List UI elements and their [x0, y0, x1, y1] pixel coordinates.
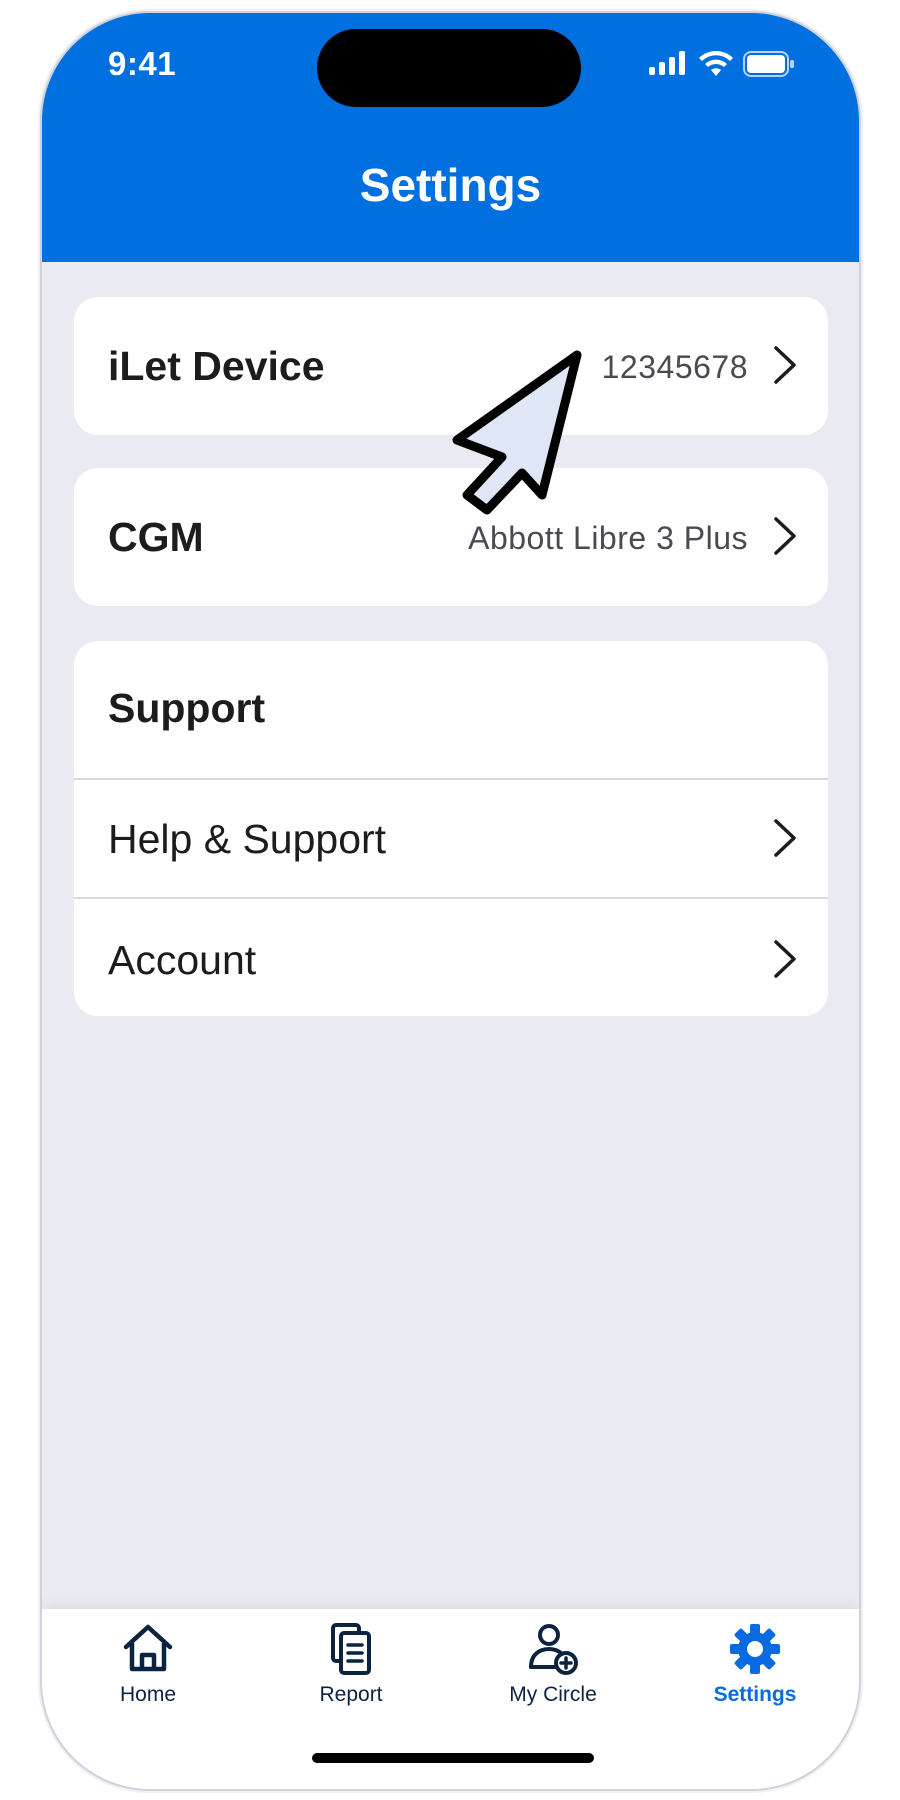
report-icon — [331, 1623, 371, 1675]
add-person-icon — [529, 1624, 578, 1675]
chevron-right-icon — [774, 346, 796, 384]
account-row[interactable]: Account — [74, 899, 828, 1016]
cgm-value: Abbott Libre 3 Plus — [468, 520, 748, 556]
tab-my-circle[interactable]: My Circle — [453, 1621, 653, 1731]
header: 9:41 Settings — [42, 13, 859, 262]
tab-label: Home — [119, 1683, 177, 1706]
wifi-icon — [699, 51, 733, 76]
home-indicator — [312, 1753, 594, 1763]
chevron-right-icon — [774, 517, 796, 555]
tab-settings[interactable]: Settings — [655, 1621, 855, 1731]
status-time: 9:41 — [108, 45, 177, 82]
cgm-label: CGM — [108, 514, 204, 560]
help-support-label: Help & Support — [108, 816, 387, 862]
page-title: Settings — [359, 159, 542, 211]
ilet-device-serial: 12345678 — [601, 349, 748, 385]
signal-icon — [649, 51, 685, 75]
tab-label: Report — [319, 1683, 383, 1706]
tab-label: Settings — [713, 1683, 797, 1706]
support-heading: Support — [108, 685, 266, 731]
help-support-row[interactable]: Help & Support — [74, 780, 828, 897]
ilet-device-label: iLet Device — [108, 343, 325, 389]
mouse-cursor-icon — [452, 350, 582, 515]
tab-home[interactable]: Home — [48, 1621, 248, 1731]
dynamic-island — [317, 29, 581, 107]
tab-report[interactable]: Report — [251, 1621, 451, 1731]
battery-icon — [743, 51, 794, 77]
tab-bar: Home Report My Circle Settings — [42, 1609, 859, 1789]
gear-icon — [730, 1624, 780, 1674]
chevron-right-icon — [774, 819, 796, 857]
support-card: Support Help & Support Account — [74, 641, 828, 1016]
chevron-right-icon — [774, 940, 796, 978]
tab-label: My Circle — [509, 1683, 597, 1706]
phone-screen: 9:41 Settings iLet Device 12345678 CGM A… — [42, 13, 859, 1789]
account-label: Account — [108, 937, 257, 983]
home-icon — [123, 1624, 173, 1672]
